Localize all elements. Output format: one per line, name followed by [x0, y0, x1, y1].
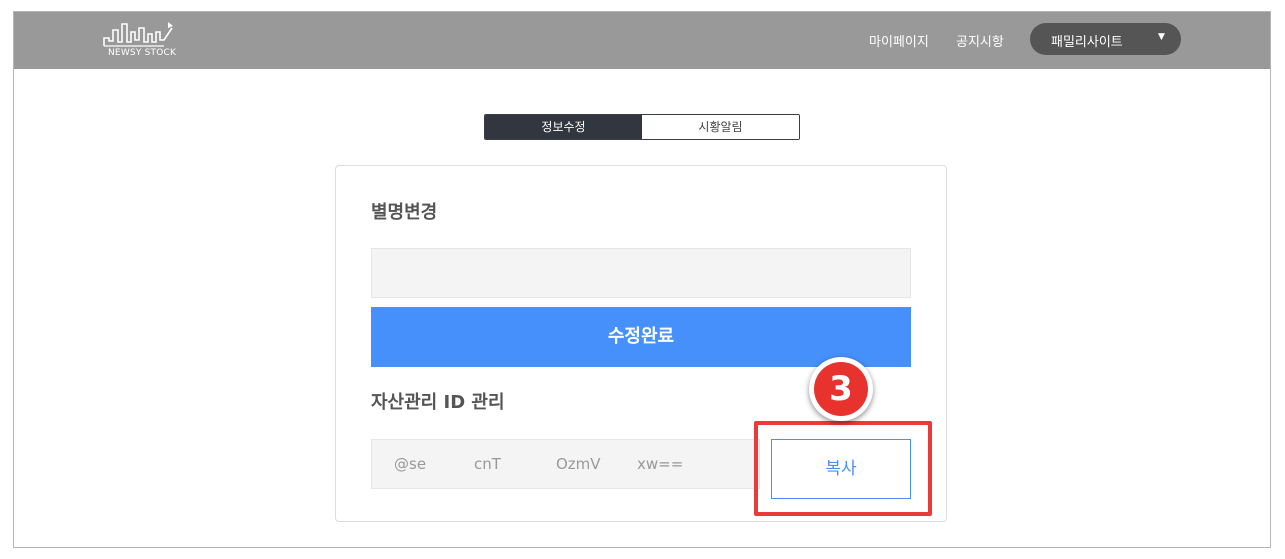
nickname-section-title: 별명변경	[371, 202, 438, 223]
tab-bar: 정보수정 시황알림	[484, 114, 800, 140]
asset-id-part: xw==	[637, 455, 684, 473]
top-header-bar: NEWSY STOCK 마이페이지 공지시항 패밀리사이트 ▼	[14, 12, 1270, 69]
step-number-badge: 3	[809, 357, 873, 421]
asset-id-part: @se	[394, 455, 427, 473]
nav-mypage-link[interactable]: 마이페이지	[869, 31, 929, 50]
caret-down-icon: ▼	[1158, 32, 1165, 42]
family-site-dropdown[interactable]: 패밀리사이트 ▼	[1030, 23, 1181, 55]
tab-edit-info[interactable]: 정보수정	[485, 115, 642, 139]
nickname-input[interactable]	[371, 248, 911, 298]
asset-id-part: OzmV	[556, 455, 601, 473]
asset-id-section-title: 자산관리 ID 관리	[371, 392, 505, 413]
asset-id-part: cnT	[474, 455, 501, 473]
logo-text: NEWSY STOCK	[108, 48, 177, 58]
city-skyline-logo-icon	[103, 22, 173, 47]
nav-notice-link[interactable]: 공지시항	[956, 31, 1004, 50]
browser-viewport: NEWSY STOCK 마이페이지 공지시항 패밀리사이트 ▼ 정보수정 시황알…	[13, 11, 1271, 548]
asset-id-field: @se cnT OzmV xw==	[371, 439, 760, 489]
tab-market-alert[interactable]: 시황알림	[642, 115, 799, 139]
family-site-label: 패밀리사이트	[1051, 35, 1123, 50]
site-logo[interactable]: NEWSY STOCK	[100, 18, 176, 60]
annotation-highlight-box	[754, 421, 932, 516]
step-number: 3	[814, 362, 868, 416]
